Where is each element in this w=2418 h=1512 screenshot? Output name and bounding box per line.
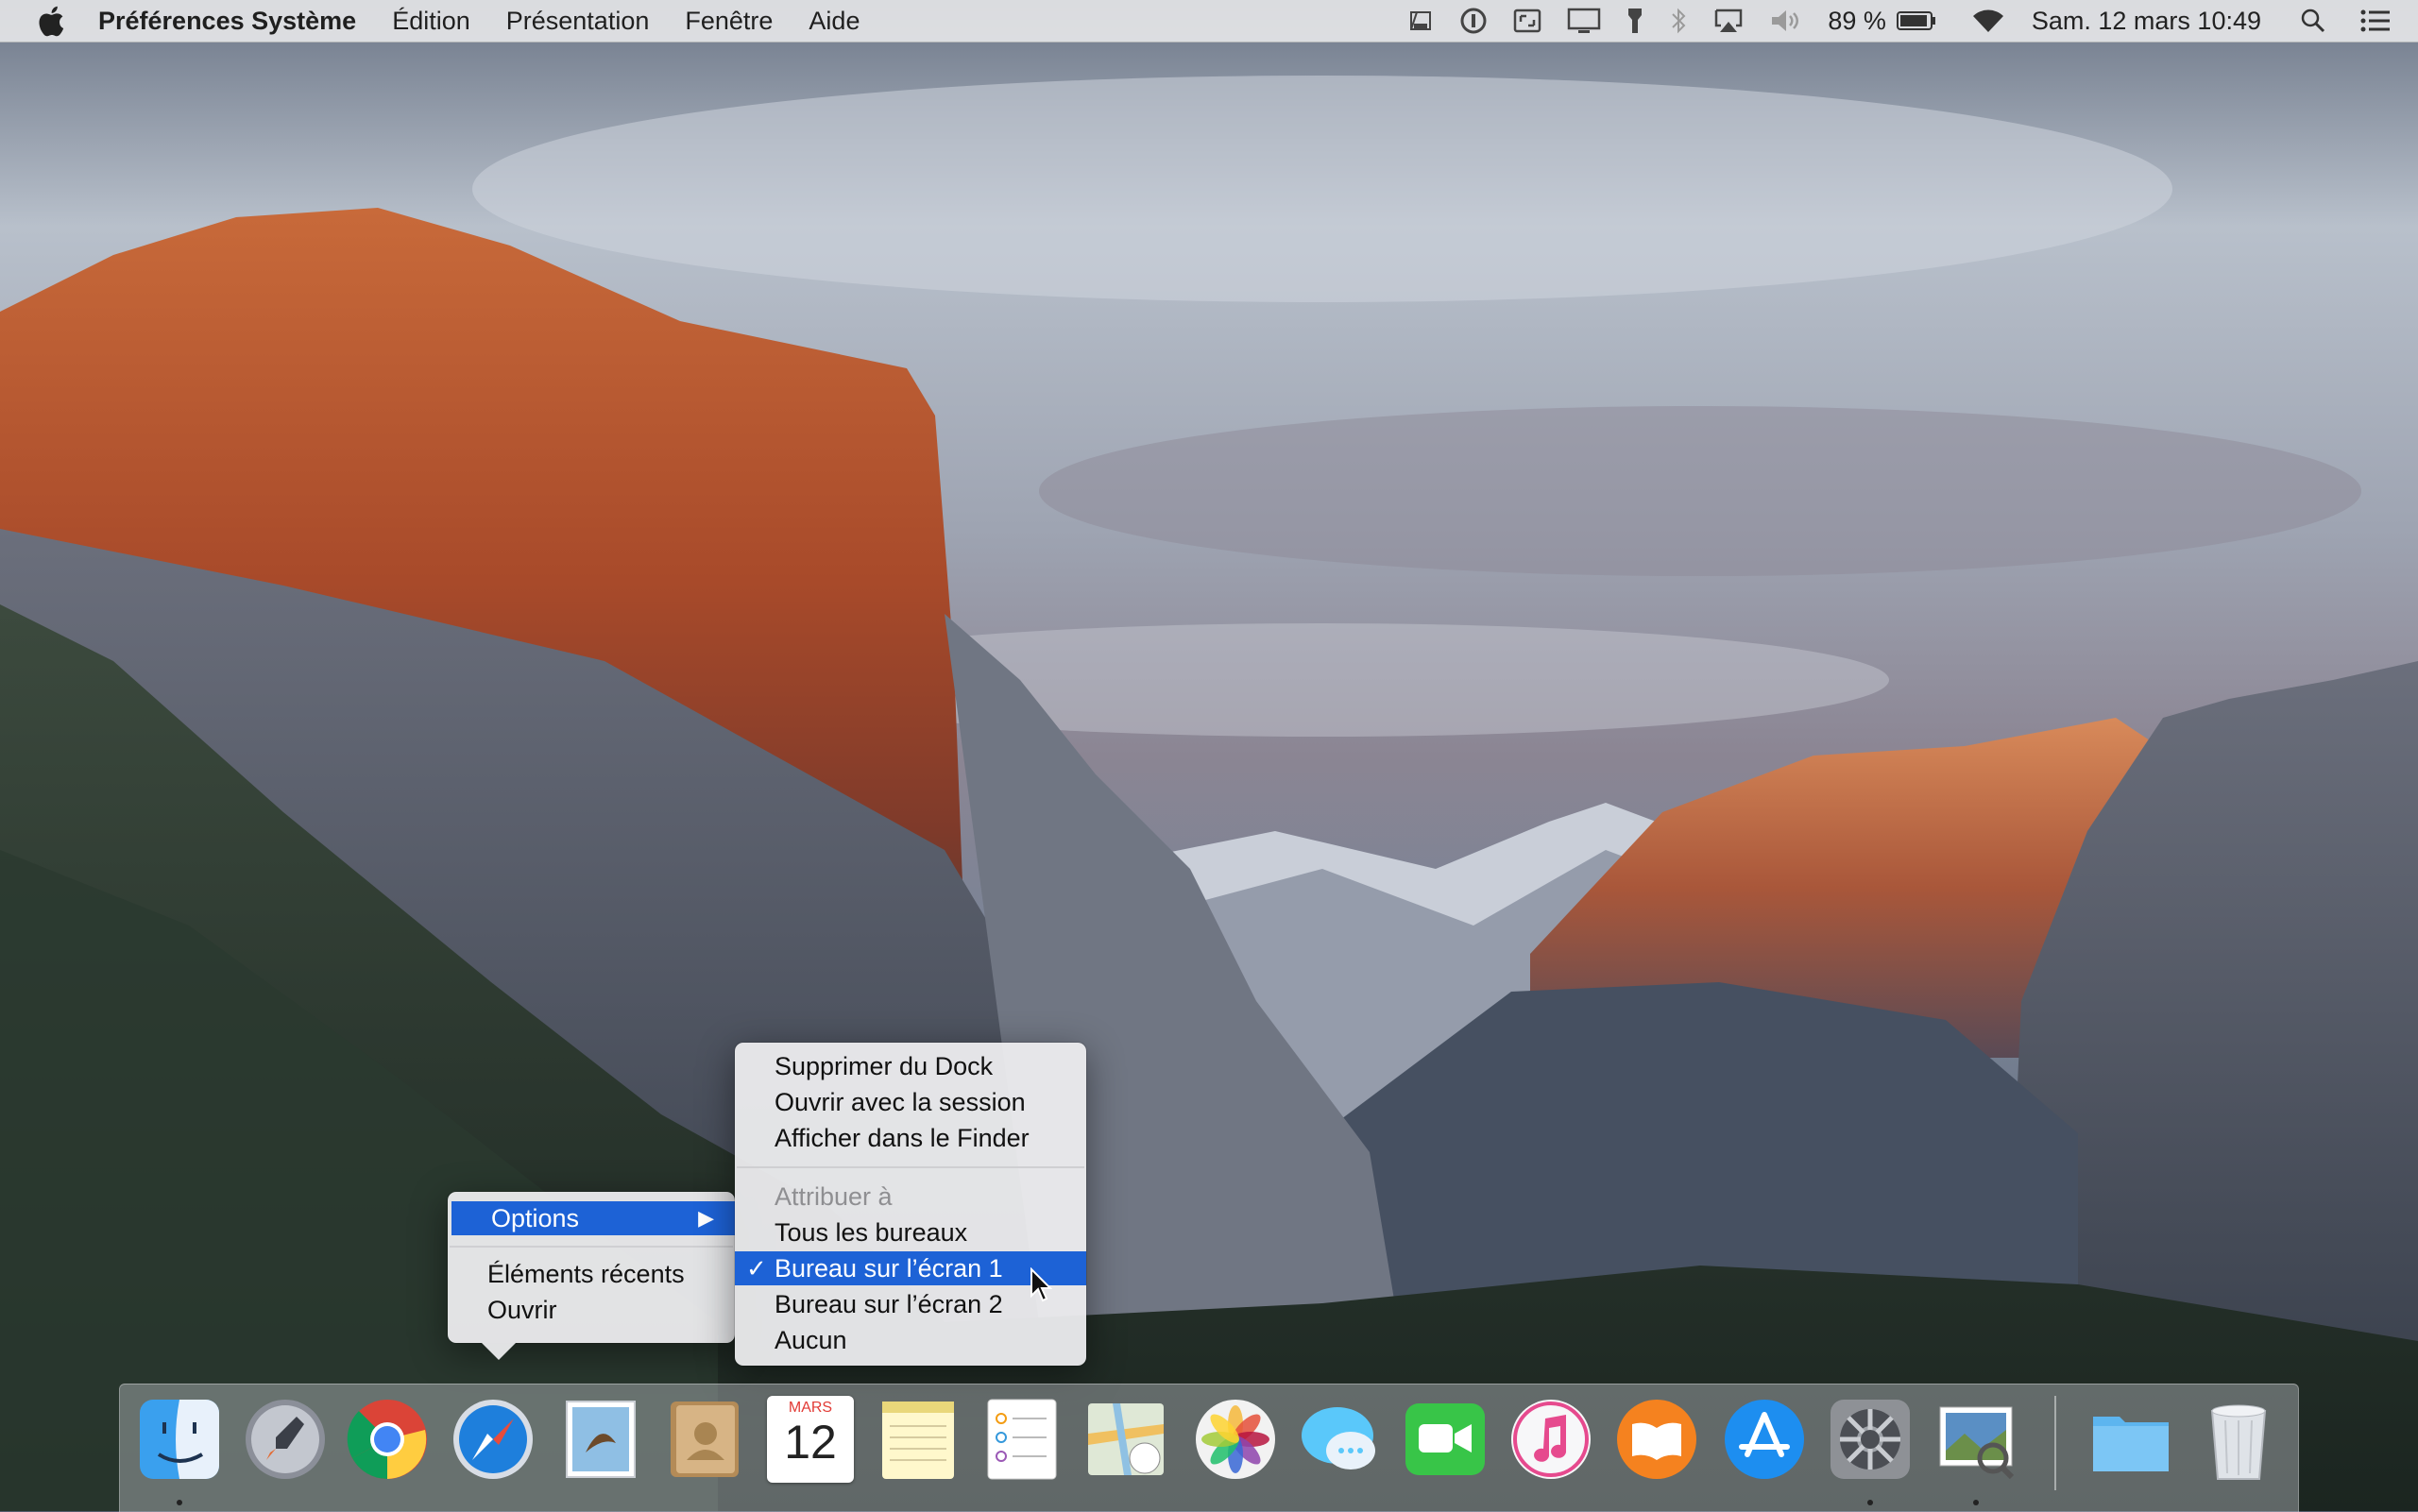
finder-sync-icon[interactable] [1406, 7, 1435, 35]
menu-item-open[interactable]: Ouvrir [448, 1293, 735, 1327]
launchpad-icon[interactable] [242, 1396, 329, 1483]
info-circle-icon[interactable] [1459, 7, 1488, 35]
menu-item-show-in-finder[interactable]: Afficher dans le Finder [735, 1121, 1086, 1155]
menu-aide[interactable]: Aide [809, 7, 860, 36]
mail-icon[interactable] [557, 1396, 644, 1483]
preview-icon[interactable] [1933, 1396, 2019, 1483]
calendar-month: MARS [788, 1400, 833, 1416]
desktop-wallpaper [0, 0, 2418, 1511]
spotlight-icon[interactable] [2299, 7, 2327, 35]
trash-icon[interactable] [2195, 1396, 2282, 1483]
menu-item-recent-items[interactable]: Éléments récents [448, 1257, 735, 1291]
menu-fenetre[interactable]: Fenêtre [685, 7, 773, 36]
mouse-cursor-icon [1030, 1267, 1052, 1302]
messages-icon[interactable] [1296, 1396, 1383, 1483]
flashlight-icon[interactable] [1626, 7, 1644, 35]
menu-bar: Préférences Système Édition Présentation… [0, 0, 2418, 42]
facetime-icon[interactable] [1402, 1396, 1489, 1483]
menu-item-options[interactable]: Options ▶ [451, 1201, 735, 1235]
running-indicator [1867, 1500, 1873, 1505]
battery-percentage[interactable]: 89 % [1828, 7, 1886, 36]
menu-presentation[interactable]: Présentation [506, 7, 650, 36]
app-store-icon[interactable] [1721, 1396, 1808, 1483]
menu-item-options-label: Options [491, 1204, 580, 1232]
wifi-icon[interactable] [1969, 7, 2007, 35]
screen-capture-icon[interactable] [1512, 7, 1542, 35]
display-icon[interactable] [1567, 7, 1601, 35]
safari-icon[interactable] [450, 1396, 536, 1483]
submenu-arrow-icon: ▶ [698, 1206, 714, 1230]
apple-icon[interactable] [38, 5, 66, 37]
finder-icon[interactable] [136, 1396, 223, 1483]
menu-clock[interactable]: Sam. 12 mars 10:49 [2032, 7, 2261, 36]
menu-separator [737, 1166, 1084, 1168]
notification-center-icon[interactable] [2359, 8, 2392, 33]
calendar-icon[interactable]: MARS 12 [767, 1396, 854, 1483]
chrome-icon[interactable] [344, 1396, 431, 1483]
running-indicator [1973, 1500, 1979, 1505]
menu-pointer [482, 1343, 516, 1360]
notes-icon[interactable] [875, 1396, 962, 1483]
menu-item-none[interactable]: Aucun [735, 1323, 1086, 1357]
menu-item-desktop-screen-1-label: Bureau sur l’écran 1 [775, 1254, 1003, 1283]
folder-icon[interactable] [2087, 1396, 2174, 1483]
menu-header-assign-to: Attribuer à [775, 1182, 893, 1211]
menu-item-remove-from-dock[interactable]: Supprimer du Dock [735, 1049, 1086, 1083]
menu-item-all-desktops[interactable]: Tous les bureaux [735, 1215, 1086, 1249]
checkmark-icon: ✓ [746, 1254, 767, 1283]
calendar-day: 12 [784, 1416, 837, 1469]
dock-context-menu: Options ▶ Éléments récents Ouvrir [448, 1192, 735, 1343]
itunes-icon[interactable] [1507, 1396, 1594, 1483]
photos-icon[interactable] [1192, 1396, 1279, 1483]
menu-app-name[interactable]: Préférences Système [98, 7, 356, 36]
running-indicator [177, 1500, 182, 1505]
menu-edition[interactable]: Édition [392, 7, 470, 36]
maps-icon[interactable] [1082, 1396, 1169, 1483]
ibooks-icon[interactable] [1613, 1396, 1700, 1483]
volume-icon[interactable] [1769, 7, 1803, 35]
options-submenu: Supprimer du Dock Ouvrir avec la session… [735, 1043, 1086, 1366]
dock-separator [2054, 1396, 2056, 1490]
reminders-icon[interactable] [979, 1396, 1065, 1483]
airplay-icon[interactable] [1712, 7, 1745, 35]
system-preferences-icon[interactable] [1827, 1396, 1914, 1483]
battery-icon[interactable] [1896, 9, 1937, 32]
bluetooth-icon[interactable] [1669, 7, 1688, 35]
status-area: 89 % Sam. 12 mars 10:49 [1382, 0, 2392, 42]
contacts-icon[interactable] [661, 1396, 748, 1483]
menu-item-open-at-login[interactable]: Ouvrir avec la session [735, 1085, 1086, 1119]
menu-separator [450, 1246, 733, 1248]
